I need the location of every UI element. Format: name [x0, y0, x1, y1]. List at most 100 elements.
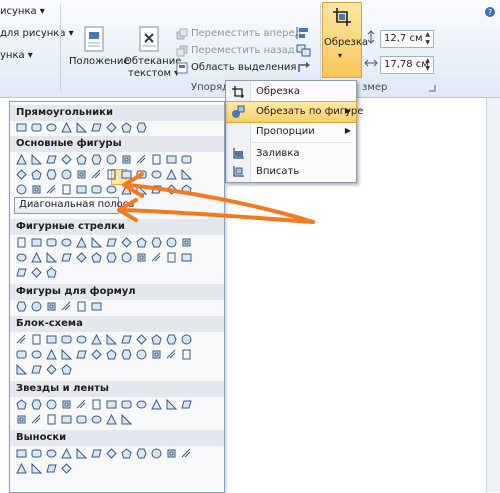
shape-thumbnail[interactable]: [76, 252, 87, 263]
shape-thumbnail[interactable]: [166, 448, 177, 459]
align-icon[interactable]: [296, 26, 314, 40]
shape-thumbnail[interactable]: [121, 154, 132, 165]
shape-thumbnail[interactable]: [31, 184, 42, 195]
shape-thumbnail[interactable]: [106, 334, 117, 345]
shape-thumbnail[interactable]: [166, 237, 177, 248]
shape-thumbnail[interactable]: [76, 301, 87, 312]
shape-thumbnail[interactable]: [136, 184, 147, 195]
shape-thumbnail[interactable]: [61, 463, 72, 474]
shape-thumbnail[interactable]: [181, 237, 192, 248]
shape-thumbnail[interactable]: [46, 463, 57, 474]
shape-thumbnail[interactable]: [31, 349, 42, 360]
shape-thumbnail[interactable]: [106, 414, 117, 425]
shape-thumbnail[interactable]: [46, 414, 57, 425]
shape-thumbnail[interactable]: [46, 252, 57, 263]
shape-thumbnail[interactable]: [91, 448, 102, 459]
shape-thumbnail[interactable]: [61, 237, 72, 248]
shape-thumbnail[interactable]: [16, 399, 27, 410]
shape-thumbnail[interactable]: [16, 463, 27, 474]
shape-thumbnail[interactable]: [91, 301, 102, 312]
shape-thumbnail[interactable]: [61, 414, 72, 425]
shape-thumbnail[interactable]: [46, 399, 57, 410]
shape-thumbnail[interactable]: [16, 301, 27, 312]
shape-thumbnail[interactable]: [181, 334, 192, 345]
rotate-icon[interactable]: [296, 62, 314, 76]
shape-thumbnail[interactable]: [121, 184, 132, 195]
shape-thumbnail[interactable]: [166, 349, 177, 360]
shape-thumbnail[interactable]: [91, 399, 102, 410]
shape-thumbnail[interactable]: [76, 184, 87, 195]
shape-thumbnail[interactable]: [61, 169, 72, 180]
menu-item-fill[interactable]: Заливка: [226, 144, 356, 164]
shape-thumbnail[interactable]: [16, 184, 27, 195]
shape-thumbnail[interactable]: [76, 334, 87, 345]
wrap-text-button[interactable]: текстом ▾: [128, 68, 179, 79]
shape-thumbnail[interactable]: [61, 301, 72, 312]
shape-thumbnail[interactable]: [151, 252, 162, 263]
shape-thumbnail[interactable]: [31, 301, 42, 312]
help-icon[interactable]: ?: [484, 6, 496, 18]
shape-thumbnail[interactable]: [31, 399, 42, 410]
shape-thumbnail[interactable]: [106, 252, 117, 263]
shape-thumbnail[interactable]: [91, 237, 102, 248]
shape-thumbnail[interactable]: [46, 364, 57, 375]
side-scrollbar[interactable]: [486, 98, 500, 492]
crop-button[interactable]: Обрезка ▾: [322, 2, 368, 78]
height-input[interactable]: 12,7 см ▲ ▼: [380, 30, 434, 48]
shape-thumbnail[interactable]: [31, 122, 42, 133]
shape-thumbnail[interactable]: [166, 252, 177, 263]
shape-thumbnail[interactable]: [151, 184, 162, 195]
shape-thumbnail[interactable]: [31, 334, 42, 345]
shape-thumbnail[interactable]: [31, 414, 42, 425]
shape-thumbnail[interactable]: [91, 169, 102, 180]
shape-thumbnail[interactable]: [106, 154, 117, 165]
shape-thumbnail[interactable]: [16, 154, 27, 165]
shape-thumbnail[interactable]: [76, 349, 87, 360]
shape-thumbnail[interactable]: [121, 399, 132, 410]
shape-thumbnail[interactable]: [151, 169, 162, 180]
shape-thumbnail[interactable]: [121, 334, 132, 345]
shape-thumbnail[interactable]: [121, 252, 132, 263]
crop-dropdown-arrow[interactable]: ▾: [338, 51, 342, 60]
shape-thumbnail[interactable]: [136, 154, 147, 165]
shape-thumbnail[interactable]: [31, 154, 42, 165]
shape-thumbnail[interactable]: [46, 169, 57, 180]
shape-thumbnail[interactable]: [16, 364, 27, 375]
shape-thumbnail[interactable]: [31, 448, 42, 459]
shape-thumbnail[interactable]: [166, 154, 177, 165]
shape-thumbnail[interactable]: [76, 154, 87, 165]
shape-thumbnail[interactable]: [181, 349, 192, 360]
shape-thumbnail[interactable]: [121, 414, 132, 425]
shape-thumbnail[interactable]: [61, 364, 72, 375]
menu-item-fit[interactable]: Вписать: [226, 162, 356, 182]
width-up-icon[interactable]: ▲: [425, 57, 430, 64]
picture-border-item[interactable]: исунка ▾: [0, 6, 45, 17]
height-down-icon[interactable]: ▼: [425, 39, 430, 46]
shape-thumbnail[interactable]: [151, 349, 162, 360]
width-input[interactable]: 17,78 см ▲ ▼: [380, 56, 434, 74]
shape-thumbnail[interactable]: [46, 184, 57, 195]
selection-pane-button[interactable]: Область выделения: [191, 62, 296, 73]
shape-thumbnail[interactable]: [121, 122, 132, 133]
shape-thumbnail[interactable]: [31, 463, 42, 474]
shape-thumbnail[interactable]: [91, 252, 102, 263]
shape-thumbnail[interactable]: [106, 349, 117, 360]
shape-thumbnail[interactable]: [31, 364, 42, 375]
shape-thumbnail[interactable]: [106, 169, 117, 180]
shape-thumbnail[interactable]: [181, 448, 192, 459]
shape-thumbnail[interactable]: [136, 122, 147, 133]
shape-thumbnail[interactable]: [181, 252, 192, 263]
shape-thumbnail[interactable]: [121, 349, 132, 360]
shape-thumbnail[interactable]: [16, 252, 27, 263]
shape-thumbnail[interactable]: [31, 267, 42, 278]
shape-thumbnail[interactable]: [106, 448, 117, 459]
shape-thumbnail[interactable]: [151, 237, 162, 248]
shape-thumbnail[interactable]: [136, 399, 147, 410]
send-backward-button[interactable]: Переместить назад: [191, 45, 295, 56]
shape-thumbnail[interactable]: [61, 334, 72, 345]
shape-thumbnail[interactable]: [151, 399, 162, 410]
shape-thumbnail[interactable]: [166, 184, 177, 195]
shape-thumbnail[interactable]: [166, 334, 177, 345]
shape-thumbnail[interactable]: [151, 334, 162, 345]
shape-thumbnail[interactable]: [16, 122, 27, 133]
